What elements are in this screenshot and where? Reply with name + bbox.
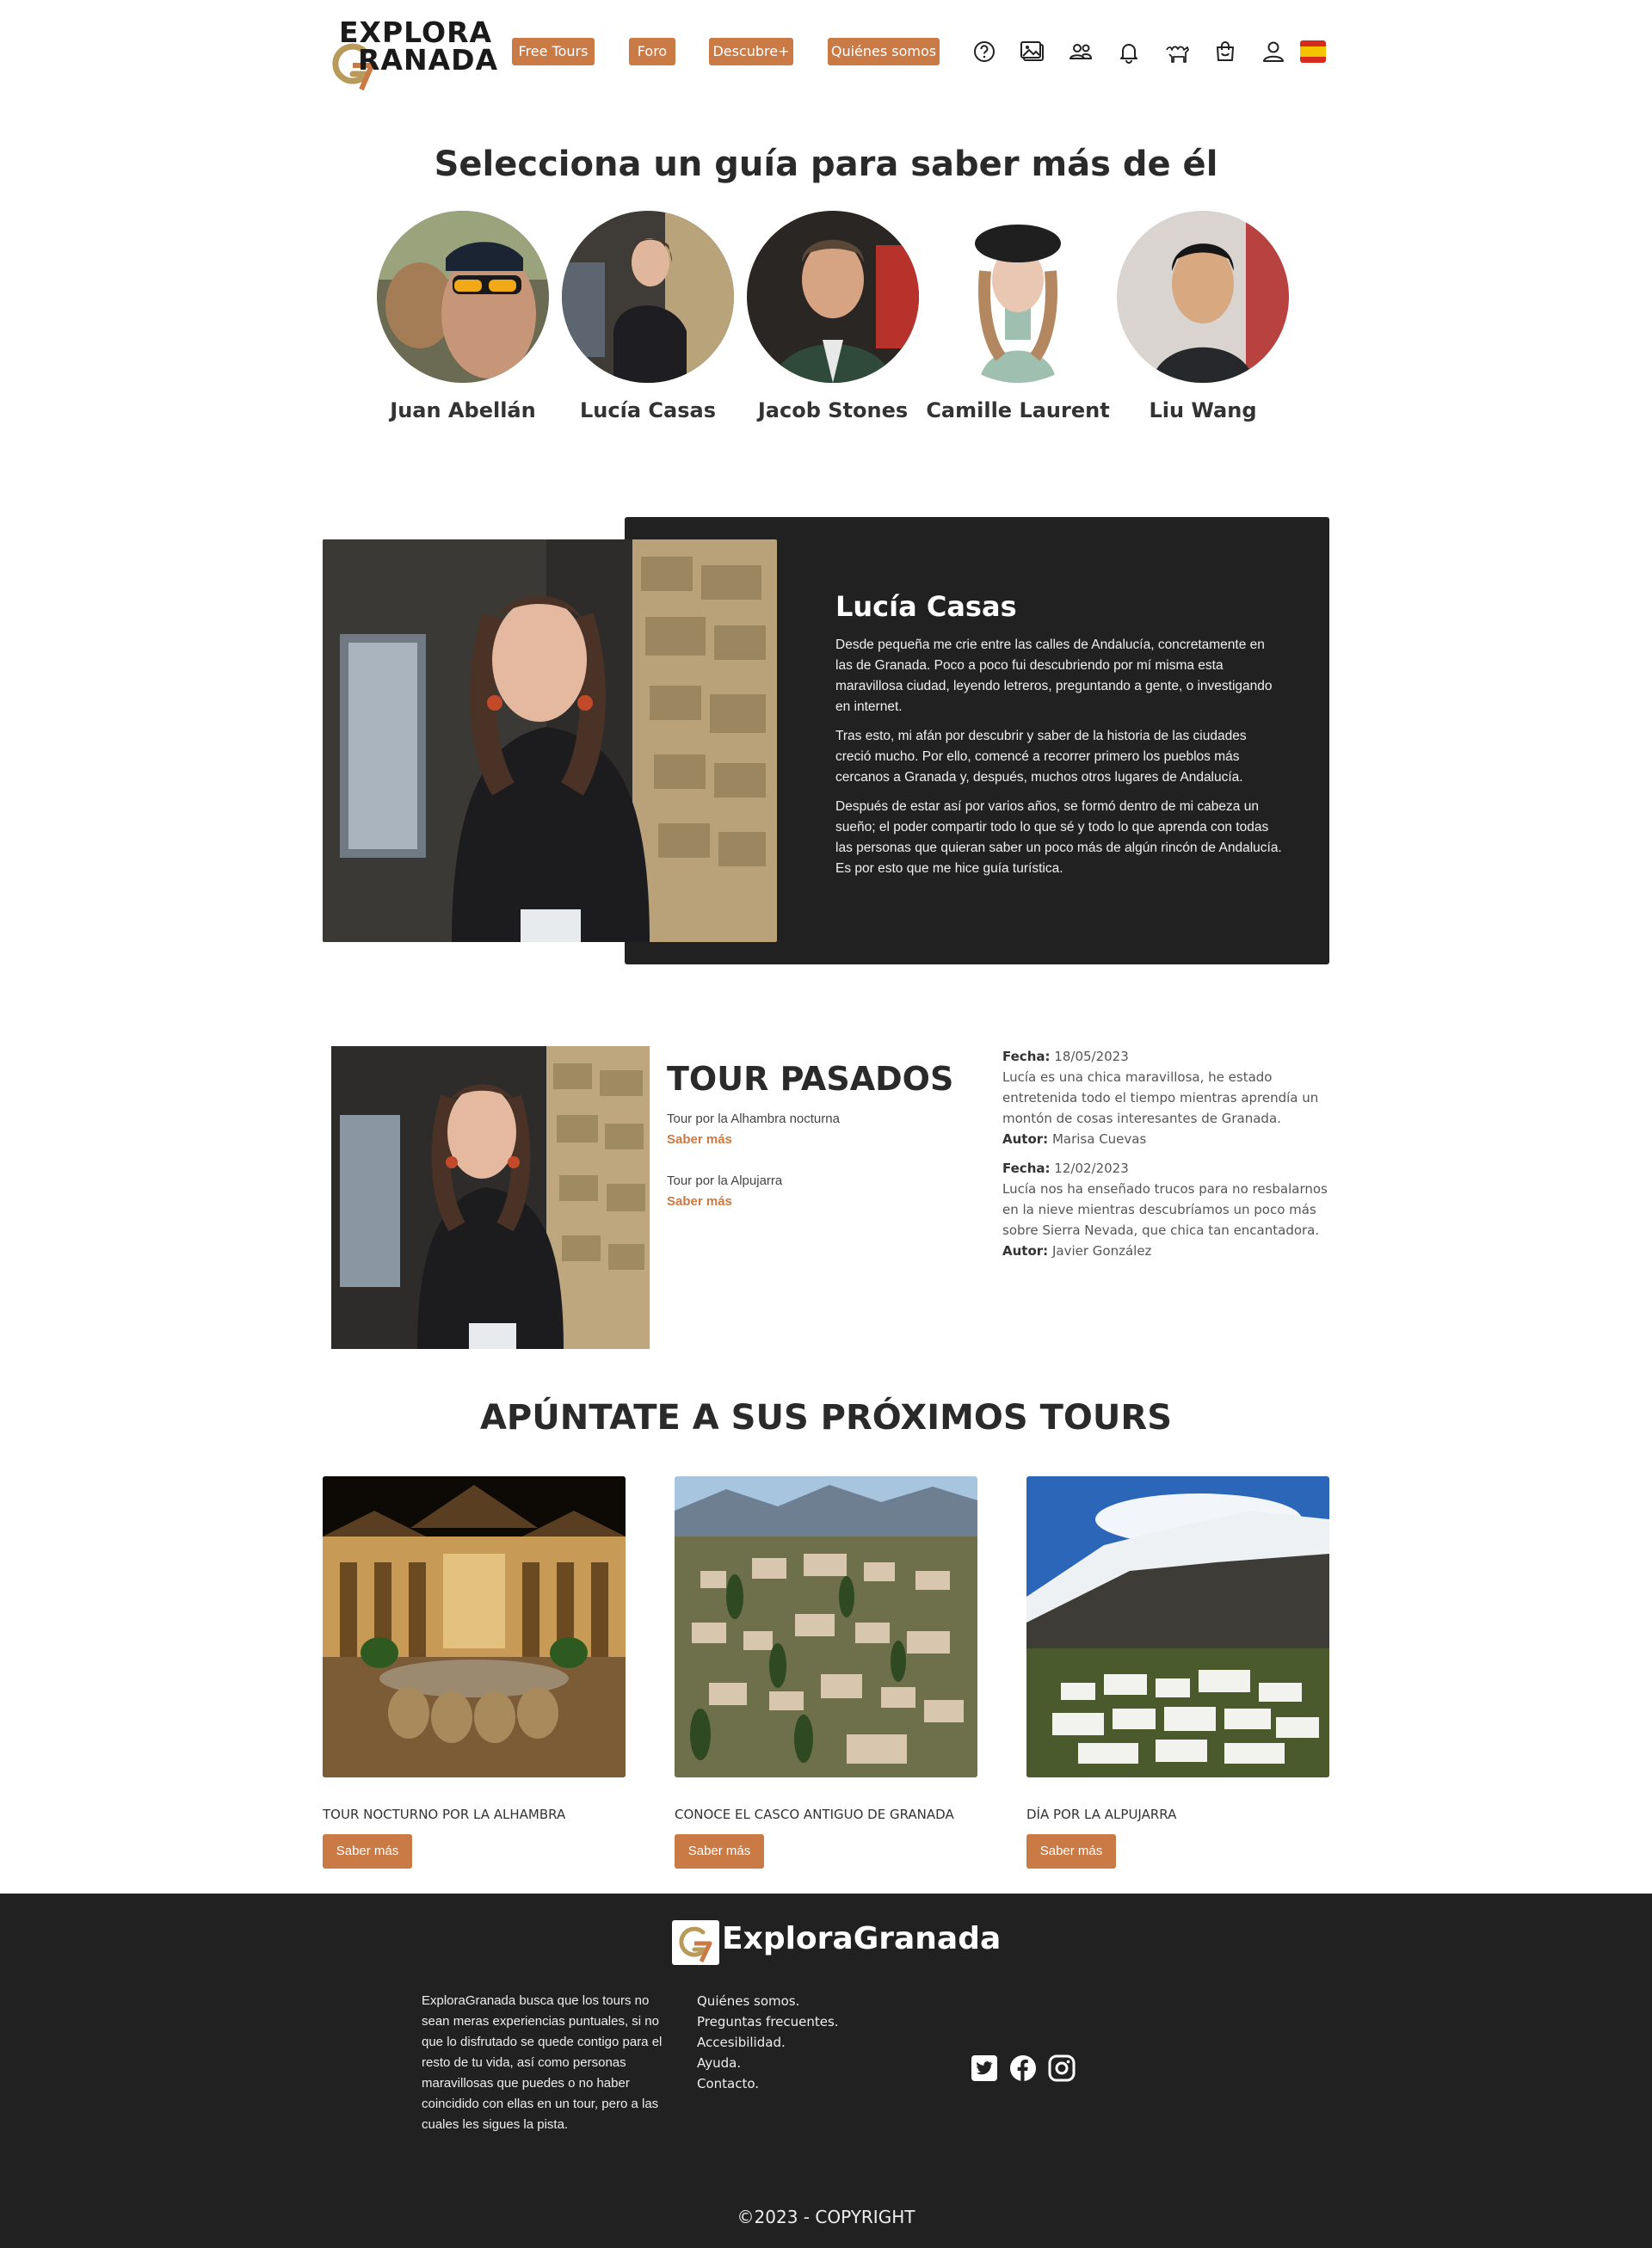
nav-free-tours-button[interactable]: Free Tours — [512, 38, 595, 65]
guide-name: Jacob Stones — [757, 398, 909, 422]
footer-link-ayuda[interactable]: Ayuda. — [697, 2053, 839, 2073]
review-date-label: Fecha: — [1002, 1161, 1051, 1176]
tour-image[interactable] — [675, 1476, 977, 1777]
bio-paragraph: Después de estar así por varios años, se… — [835, 799, 1282, 876]
user-icon[interactable] — [1258, 36, 1289, 67]
guide-card-liu-wang[interactable]: Liu Wang — [1117, 211, 1289, 434]
bio-paragraph: Tras esto, mi afán por descubrir y saber… — [835, 729, 1247, 785]
copyright: ©2023 - COPYRIGHT — [737, 2207, 915, 2227]
tour-card-alpujarra: DÍA POR LA ALPUJARRA Saber más — [1026, 1476, 1329, 1869]
guide-avatar[interactable] — [932, 211, 1104, 383]
tour-name: DÍA POR LA ALPUJARRA — [1026, 1807, 1177, 1822]
help-icon[interactable] — [969, 36, 1000, 67]
review-author: Javier González — [1051, 1243, 1152, 1259]
guide-name: Juan Abellán — [390, 398, 536, 422]
bell-icon[interactable] — [1113, 36, 1144, 67]
tour-card-alhambra: TOUR NOCTURNO POR LA ALHAMBRA Saber más — [323, 1476, 626, 1869]
footer-link-accesibilidad[interactable]: Accesibilidad. — [697, 2032, 839, 2053]
profile-bio: Desde pequeña me crie entre las calles d… — [835, 635, 1285, 888]
profile-photo — [323, 539, 777, 942]
tour-image[interactable] — [323, 1476, 626, 1777]
tour-more-button[interactable]: Saber más — [675, 1834, 764, 1869]
past-tours-photo — [331, 1046, 650, 1349]
guide-avatar[interactable] — [377, 211, 549, 383]
review-item: Fecha: 12/02/2023 Lucía nos ha enseñado … — [1002, 1158, 1329, 1261]
camel-icon[interactable] — [1162, 36, 1193, 67]
profile-name: Lucía Casas — [835, 590, 1017, 623]
guide-card-camille-laurent[interactable]: Camille Laurent — [926, 211, 1110, 434]
past-tour-name: Tour por la Alhambra nocturna — [667, 1112, 840, 1126]
guide-card-juan-abellan[interactable]: Juan Abellán — [377, 211, 549, 434]
instagram-icon[interactable] — [1048, 2054, 1076, 2082]
guide-avatar[interactable] — [562, 211, 734, 383]
tour-name: CONOCE EL CASCO ANTIGUO DE GRANADA — [675, 1807, 954, 1822]
tour-more-button[interactable]: Saber más — [1026, 1834, 1116, 1869]
footer-link-contacto[interactable]: Contacto. — [697, 2073, 839, 2094]
guides-title: Selecciona un guía para saber más de él — [434, 145, 1218, 184]
guide-avatar[interactable] — [747, 211, 919, 383]
past-tour-name: Tour por la Alpujarra — [667, 1173, 783, 1188]
site-header: EXPLORA RANADA Free Tours Foro Descubre+… — [0, 0, 1652, 103]
guide-card-lucia-casas[interactable]: Lucía Casas — [562, 211, 734, 434]
site-logo[interactable]: EXPLORA RANADA — [327, 15, 497, 93]
tour-image[interactable] — [1026, 1476, 1329, 1777]
guide-name: Camille Laurent — [926, 398, 1110, 422]
facebook-icon[interactable] — [1009, 2054, 1037, 2082]
twitter-icon[interactable] — [971, 2054, 998, 2082]
review-date-label: Fecha: — [1002, 1049, 1051, 1064]
nav-descubre-button[interactable]: Descubre+ — [709, 38, 793, 65]
review-date: 18/05/2023 — [1054, 1049, 1129, 1064]
site-footer: ExploraGranada ExploraGranada busca que … — [0, 1894, 1652, 2248]
past-tours-title: TOUR PASADOS — [667, 1060, 954, 1098]
review-date: 12/02/2023 — [1054, 1161, 1129, 1176]
footer-logo-icon[interactable] — [672, 1920, 719, 1965]
past-tour-more-link[interactable]: Saber más — [667, 1132, 732, 1147]
guide-name: Liu Wang — [1149, 398, 1257, 422]
review-item: Fecha: 18/05/2023 Lucía es una chica mar… — [1002, 1046, 1329, 1149]
past-tour-more-link[interactable]: Saber más — [667, 1194, 732, 1209]
review-author-label: Autor: — [1002, 1131, 1049, 1147]
nav-quienes-somos-button[interactable]: Quiénes somos — [828, 38, 940, 65]
review-author-label: Autor: — [1002, 1243, 1049, 1259]
footer-brand[interactable]: ExploraGranada — [722, 1921, 1001, 1956]
tour-card-casco-antiguo: CONOCE EL CASCO ANTIGUO DE GRANADA Saber… — [675, 1476, 977, 1869]
guide-avatar[interactable] — [1117, 211, 1289, 383]
review-text: Lucía nos ha enseñado trucos para no res… — [1002, 1181, 1328, 1238]
footer-link-faq[interactable]: Preguntas frecuentes. — [697, 2011, 839, 2032]
tour-more-button[interactable]: Saber más — [323, 1834, 412, 1869]
upcoming-tours-title: APÚNTATE A SUS PRÓXIMOS TOURS — [479, 1398, 1173, 1438]
review-text: Lucía es una chica maravillosa, he estad… — [1002, 1069, 1319, 1126]
spain-flag-icon[interactable] — [1298, 36, 1328, 67]
footer-link-quienes-somos[interactable]: Quiénes somos. — [697, 1991, 839, 2011]
guide-name: Lucía Casas — [580, 398, 716, 422]
bio-paragraph: Desde pequeña me crie entre las calles d… — [835, 637, 1273, 714]
tour-name: TOUR NOCTURNO POR LA ALHAMBRA — [323, 1807, 566, 1822]
nav-foro-button[interactable]: Foro — [629, 38, 675, 65]
guide-card-jacob-stones[interactable]: Jacob Stones — [747, 211, 919, 434]
users-icon[interactable] — [1065, 36, 1096, 67]
footer-about: ExploraGranada busca que los tours no se… — [422, 1993, 663, 2132]
gallery-icon[interactable] — [1017, 36, 1048, 67]
logo-line-2: RANADA — [358, 43, 499, 77]
review-author: Marisa Cuevas — [1051, 1131, 1147, 1147]
shopping-bag-icon[interactable] — [1210, 36, 1241, 67]
footer-links: Quiénes somos. Preguntas frecuentes. Acc… — [697, 1991, 839, 2094]
